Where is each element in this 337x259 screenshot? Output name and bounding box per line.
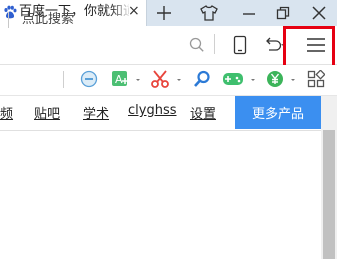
search-input[interactable] [22, 9, 182, 29]
restore-icon [276, 6, 290, 20]
address-separator [8, 12, 9, 28]
close-icon [312, 6, 326, 20]
link-settings[interactable]: 设置 [190, 103, 216, 122]
adblock-icon[interactable] [80, 70, 98, 88]
more-products-button[interactable]: 更多产品 [235, 96, 321, 129]
skin-button[interactable] [193, 0, 225, 26]
link-video[interactable]: 频 [0, 103, 13, 122]
game-controller-icon[interactable] [222, 69, 258, 89]
baidu-paw-icon [4, 5, 17, 19]
screenshot-scissors-icon[interactable] [151, 69, 183, 89]
link-tieba[interactable]: 贴吧 [34, 103, 60, 122]
scrollbar-thumb[interactable] [323, 130, 335, 259]
tshirt-icon [200, 5, 218, 21]
phone-icon[interactable] [233, 35, 247, 55]
extension-separator [63, 71, 64, 88]
address-divider [214, 34, 215, 54]
minimize-button[interactable] [233, 0, 265, 26]
svg-text:A: A [115, 73, 123, 86]
link-xueshu[interactable]: 学术 [83, 103, 109, 122]
menu-highlight-box [283, 26, 335, 68]
link-user[interactable]: clyghss [128, 103, 177, 118]
magnifier-icon[interactable] [193, 70, 211, 88]
minimize-icon [243, 13, 255, 15]
search-icon[interactable] [189, 37, 205, 53]
apps-grid-icon[interactable] [307, 70, 325, 88]
close-window-button[interactable] [303, 0, 335, 26]
finance-yen-icon[interactable] [265, 69, 299, 89]
restore-button[interactable] [267, 0, 299, 26]
translate-icon[interactable]: A [111, 69, 141, 89]
